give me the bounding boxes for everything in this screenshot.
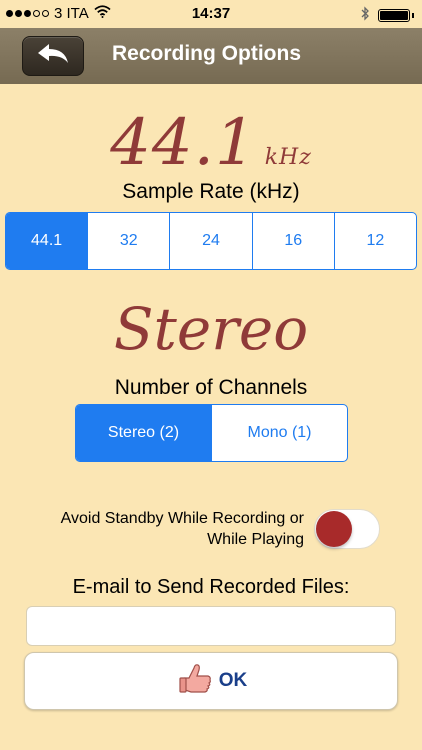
sample-rate-option[interactable]: 24 (169, 213, 251, 269)
ok-button[interactable]: OK (24, 652, 398, 710)
standby-toggle[interactable] (314, 509, 380, 549)
channels-option[interactable]: Mono (1) (211, 405, 347, 461)
sample-rate-selector: 44.1 32 24 16 12 (5, 212, 417, 270)
channels-display: Stereo (113, 295, 309, 363)
sample-rate-value: 44.1 (110, 106, 257, 180)
standby-label-line-2: While Playing (207, 531, 304, 548)
channels-selector: Stereo (2) Mono (1) (75, 404, 348, 462)
back-button[interactable] (22, 36, 84, 76)
nav-bar: Recording Options (0, 28, 422, 84)
sample-rate-option[interactable]: 12 (333, 213, 416, 269)
thumbs-up-icon (175, 659, 215, 704)
ok-label: OK (218, 670, 248, 691)
page-title: Recording Options (112, 42, 301, 65)
back-arrow-icon (35, 42, 71, 71)
sample-rate-option[interactable]: 32 (87, 213, 169, 269)
status-time: 14:37 (191, 5, 231, 22)
sample-rate-option[interactable]: 16 (251, 213, 334, 269)
status-right (361, 6, 414, 25)
channels-option[interactable]: Stereo (2) (76, 405, 211, 461)
standby-label-line-1: Avoid Standby While Recording or (60, 510, 304, 527)
sample-rate-option[interactable]: 44.1 (6, 213, 88, 269)
battery-tip (412, 13, 414, 18)
channels-label: Number of Channels (114, 376, 308, 399)
bluetooth-icon (361, 6, 370, 25)
sample-rate-display: 44.1 kHz (0, 106, 422, 180)
sample-rate-unit: kHz (264, 145, 312, 170)
battery-icon (378, 9, 410, 22)
email-label: E-mail to Send Recorded Files: (72, 576, 350, 598)
status-bar: 3 ITA 14:37 (0, 0, 422, 28)
standby-label: Avoid Standby While Recording or While P… (18, 508, 304, 550)
sample-rate-label: Sample Rate (kHz) (122, 180, 300, 203)
toggle-knob (316, 511, 352, 547)
email-field[interactable] (26, 606, 396, 646)
